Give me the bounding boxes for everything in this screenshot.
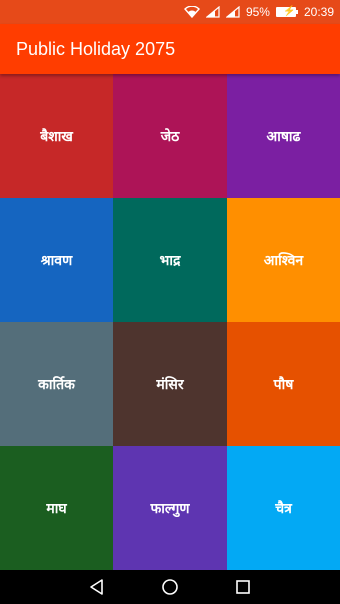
month-label: जेठ [160,128,180,145]
month-tile-ashwin[interactable]: आश्विन [227,198,340,322]
battery-percent: 95% [245,5,270,19]
wifi-icon [183,6,200,18]
month-tile-bhadra[interactable]: भाद्र [113,198,227,322]
month-label: श्रावण [40,252,73,269]
battery-charging-icon: ⚡ [275,6,298,17]
month-label: मंसिर [156,376,184,393]
month-tile-poush[interactable]: पौष [227,322,340,446]
month-tile-ashadh[interactable]: आषाढ [227,74,340,198]
navigation-bar [0,570,340,604]
signal-icon [225,6,240,18]
back-icon[interactable] [85,575,109,599]
month-label: चैत्र [275,500,292,517]
month-tile-chaitra[interactable]: चैत्र [227,446,340,570]
month-label: कार्तिक [38,376,75,393]
month-label: फाल्गुण [150,500,190,517]
page-title: Public Holiday 2075 [16,38,176,59]
month-label: भाद्र [159,252,181,269]
month-label: आश्विन [263,252,304,269]
month-tile-magh[interactable]: माघ [0,446,113,570]
app-bar: Public Holiday 2075 [0,24,340,74]
month-tile-kartik[interactable]: कार्तिक [0,322,113,446]
status-bar: 95% ⚡ 20:39 [0,0,340,24]
month-grid: बैशाख जेठ आषाढ श्रावण भाद्र आश्विन कार्त… [0,74,340,570]
recents-icon[interactable] [231,575,255,599]
clock: 20:39 [303,5,334,19]
month-label: पौष [273,376,294,393]
month-tile-jeth[interactable]: जेठ [113,74,227,198]
signal-icon [205,6,220,18]
month-tile-shrawan[interactable]: श्रावण [0,198,113,322]
home-icon[interactable] [158,575,182,599]
month-label: बैशाख [40,128,73,145]
month-tile-baishakh[interactable]: बैशाख [0,74,113,198]
month-tile-mangsir[interactable]: मंसिर [113,322,227,446]
month-tile-falgun[interactable]: फाल्गुण [113,446,227,570]
month-label: माघ [46,500,67,517]
month-label: आषाढ [266,128,301,145]
